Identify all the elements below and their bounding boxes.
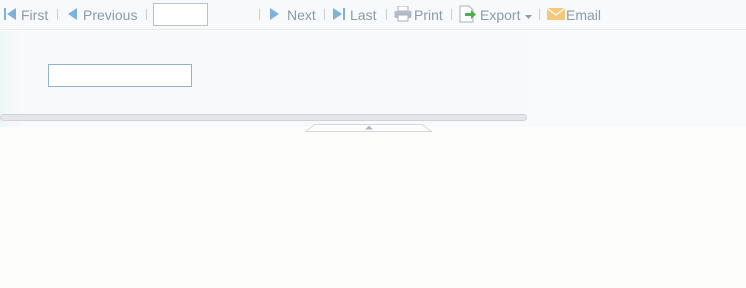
- horizontal-scrollbar[interactable]: [0, 114, 527, 121]
- print-label: Print: [414, 7, 443, 23]
- left-edge-highlight: [0, 31, 20, 127]
- email-label: Email: [566, 7, 602, 23]
- first-page-label: First: [21, 7, 49, 23]
- export-label: Export: [480, 7, 521, 23]
- previous-page-label: Previous: [83, 7, 138, 23]
- next-page-button[interactable]: Next: [270, 5, 316, 25]
- next-page-label: Next: [287, 7, 316, 23]
- toolbar-separator: [324, 9, 325, 20]
- report-toolbar: First Previous Next Last Print Export Em…: [0, 0, 746, 30]
- last-page-icon: [333, 7, 346, 24]
- email-button[interactable]: Email: [547, 5, 601, 25]
- email-icon: [547, 7, 565, 24]
- toolbar-separator: [57, 9, 58, 20]
- collapse-panel-toggle[interactable]: [303, 120, 434, 138]
- report-parameter-input[interactable]: [48, 64, 192, 87]
- export-icon: [459, 5, 476, 26]
- toolbar-separator: [451, 9, 452, 20]
- toolbar-separator: [146, 9, 147, 20]
- next-page-icon: [270, 7, 280, 24]
- previous-page-button[interactable]: Previous: [67, 5, 137, 25]
- previous-page-icon: [67, 7, 77, 24]
- printer-icon: [394, 5, 412, 25]
- toolbar-separator: [259, 9, 260, 20]
- toolbar-separator: [539, 9, 540, 20]
- first-page-icon: [4, 7, 17, 24]
- toolbar-separator: [386, 9, 387, 20]
- collapse-arrow-icon: [303, 124, 434, 132]
- last-page-button[interactable]: Last: [333, 5, 376, 25]
- right-pane: [527, 31, 746, 127]
- page-number-input[interactable]: [153, 3, 208, 26]
- chevron-down-icon: [525, 7, 533, 23]
- export-button[interactable]: Export: [459, 5, 533, 26]
- last-page-label: Last: [350, 7, 377, 23]
- print-button[interactable]: Print: [394, 5, 443, 25]
- first-page-button[interactable]: First: [4, 5, 48, 25]
